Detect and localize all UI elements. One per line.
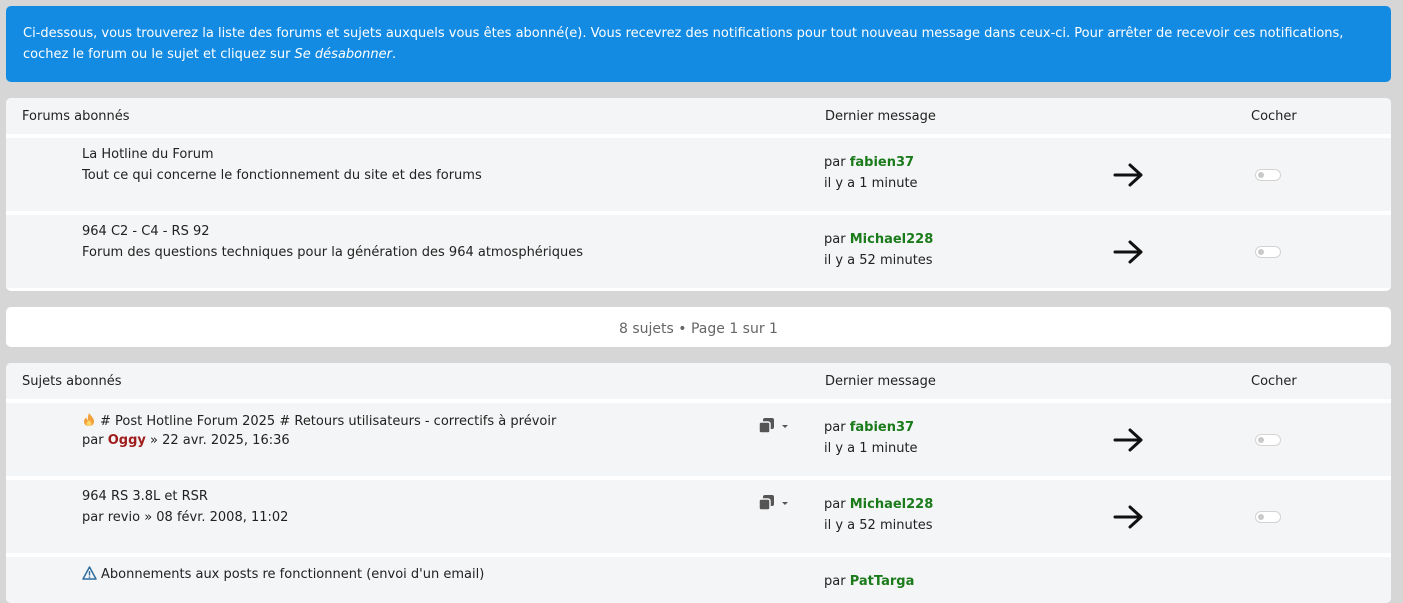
last-post-author: par PatTarga xyxy=(824,574,915,589)
forum-row: La Hotline du Forum Tout ce qui concerne… xyxy=(6,138,1391,211)
forums-header-title: Forums abonnés xyxy=(22,109,130,124)
topic-row: # Post Hotline Forum 2025 # Retours util… xyxy=(6,403,1391,476)
last-post-user-link[interactable]: PatTarga xyxy=(850,574,915,589)
unsubscribe-checkbox[interactable] xyxy=(1255,511,1281,523)
arrow-right-icon[interactable] xyxy=(1113,162,1145,188)
topics-header-last: Dernier message xyxy=(825,374,936,389)
topic-row: 964 RS 3.8L et RSR par revio » 08 févr. … xyxy=(6,480,1391,553)
forums-header: Forums abonnés Dernier message Cocher xyxy=(6,98,1391,134)
subscribed-forums-panel: Forums abonnés Dernier message Cocher La… xyxy=(6,98,1391,291)
forum-row: 964 C2 - C4 - RS 92 Forum des questions … xyxy=(6,215,1391,288)
subscribed-topics-panel: Sujets abonnés Dernier message Cocher # … xyxy=(6,363,1391,603)
notice-action-text: Se désabonner xyxy=(294,47,392,62)
arrow-right-icon[interactable] xyxy=(1113,239,1145,265)
topic-meta: par Oggy » 22 avr. 2025, 16:36 xyxy=(82,433,290,448)
topic-title-wrap: Abonnements aux posts re fonctionnent (e… xyxy=(82,566,484,582)
warning-icon xyxy=(82,566,97,580)
copy-dropdown-icon[interactable] xyxy=(758,417,790,435)
topic-meta: par revio » 08 févr. 2008, 11:02 xyxy=(82,510,289,525)
topic-title[interactable]: 964 RS 3.8L et RSR xyxy=(82,489,208,504)
topics-header-check: Cocher xyxy=(1251,374,1297,389)
topic-title[interactable]: # Post Hotline Forum 2025 # Retours util… xyxy=(100,414,556,429)
topic-title[interactable]: Abonnements aux posts re fonctionnent (e… xyxy=(101,567,484,582)
notice-text: Ci-dessous, vous trouverez la liste des … xyxy=(23,26,1344,62)
last-post-user-link[interactable]: Michael228 xyxy=(850,497,934,512)
forum-title[interactable]: 964 C2 - C4 - RS 92 xyxy=(82,224,210,239)
last-post-user-link[interactable]: fabien37 xyxy=(850,420,914,435)
last-post-user-link[interactable]: fabien37 xyxy=(850,155,914,170)
forums-header-check: Cocher xyxy=(1251,109,1297,124)
last-post-time: il y a 52 minutes xyxy=(824,253,933,268)
info-notice: Ci-dessous, vous trouverez la liste des … xyxy=(6,6,1391,82)
topic-title-wrap: # Post Hotline Forum 2025 # Retours util… xyxy=(82,412,556,429)
last-post-time: il y a 1 minute xyxy=(824,176,918,191)
topic-author-link[interactable]: Oggy xyxy=(108,433,146,448)
unsubscribe-checkbox[interactable] xyxy=(1255,434,1281,446)
last-post-time: il y a 1 minute xyxy=(824,441,918,456)
topic-author-link[interactable]: revio xyxy=(108,510,140,525)
forum-description: Forum des questions techniques pour la g… xyxy=(82,245,584,260)
fire-icon xyxy=(84,413,94,426)
last-post-author: par fabien37 xyxy=(824,420,915,435)
forum-description: Tout ce qui concerne le fonctionnement d… xyxy=(82,168,482,183)
forums-header-last: Dernier message xyxy=(825,109,936,124)
topics-header: Sujets abonnés Dernier message Cocher xyxy=(6,363,1391,399)
topic-row: Abonnements aux posts re fonctionnent (e… xyxy=(6,557,1391,603)
arrow-right-icon[interactable] xyxy=(1113,504,1145,530)
last-post-user-link[interactable]: Michael228 xyxy=(850,232,934,247)
forum-title[interactable]: La Hotline du Forum xyxy=(82,147,214,162)
unsubscribe-checkbox[interactable] xyxy=(1255,246,1281,258)
last-post-author: par Michael228 xyxy=(824,232,934,247)
copy-dropdown-icon[interactable] xyxy=(758,494,790,512)
last-post-author: par Michael228 xyxy=(824,497,934,512)
pagination-info: 8 sujets • Page 1 sur 1 xyxy=(6,307,1391,347)
topics-header-title: Sujets abonnés xyxy=(22,374,122,389)
unsubscribe-checkbox[interactable] xyxy=(1255,169,1281,181)
last-post-time: il y a 52 minutes xyxy=(824,518,933,533)
last-post-author: par fabien37 xyxy=(824,155,915,170)
notice-end: . xyxy=(391,47,397,62)
arrow-right-icon[interactable] xyxy=(1113,427,1145,453)
